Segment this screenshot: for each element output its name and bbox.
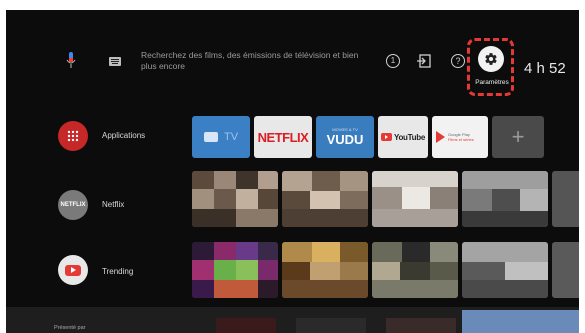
tv-icon xyxy=(203,132,218,142)
youtube-play-icon xyxy=(381,133,393,141)
search-prompt[interactable]: Recherchez des films, des émissions de t… xyxy=(141,50,371,72)
netflix-thumbnail-1[interactable] xyxy=(192,171,278,227)
trending-thumbnail-4[interactable] xyxy=(462,242,548,298)
row-label-trending: Trending xyxy=(102,267,134,276)
netflix-channel-icon[interactable]: NETFLIX xyxy=(58,190,88,220)
trending-thumbnail-3[interactable] xyxy=(372,242,458,298)
add-icon: + xyxy=(511,124,525,149)
trending-thumbnail-2[interactable] xyxy=(282,242,368,298)
sponsored-thumbnail-1[interactable] xyxy=(216,318,276,333)
settings-label: Paramètres xyxy=(475,79,509,86)
google-play-icon xyxy=(436,131,445,143)
apps-grid-icon[interactable] xyxy=(58,121,88,151)
app-tile-tv[interactable]: TV xyxy=(192,116,250,158)
sponsored-thumbnail-4[interactable] xyxy=(462,310,579,333)
help-icon[interactable]: ? xyxy=(451,54,465,68)
app-tile-netflix[interactable]: NETFLIX xyxy=(254,116,312,158)
app-tile-google-play-movies[interactable]: Google Play Films et séries xyxy=(432,116,488,158)
youtube-channel-icon[interactable] xyxy=(58,255,88,285)
app-tile-vudu[interactable]: MOVIES & TV VUDU xyxy=(316,116,374,158)
netflix-thumbnail-2[interactable] xyxy=(282,171,368,227)
netflix-icon-text: NETFLIX xyxy=(60,202,86,208)
clock: 4 h 52 xyxy=(524,60,566,77)
input-source-icon[interactable] xyxy=(416,54,432,73)
tv-home-screen: Recherchez des films, des émissions de t… xyxy=(6,10,579,333)
mic-icon[interactable] xyxy=(66,52,76,70)
row-label-netflix: Netflix xyxy=(102,200,125,209)
settings-button[interactable] xyxy=(478,46,504,72)
gear-icon xyxy=(485,53,497,65)
sponsored-label: Présenté par xyxy=(54,325,86,331)
row-label-applications: Applications xyxy=(102,131,146,140)
trending-thumbnail-1[interactable] xyxy=(192,242,278,298)
notification-count: 1 xyxy=(390,56,396,65)
netflix-thumbnail-4[interactable] xyxy=(462,171,548,227)
add-app-button[interactable]: + xyxy=(492,116,544,158)
trending-thumbnail-5[interactable] xyxy=(552,242,579,298)
netflix-thumbnail-3[interactable] xyxy=(372,171,458,227)
sponsored-thumbnail-3[interactable] xyxy=(386,318,456,333)
notification-icon[interactable]: 1 xyxy=(386,54,400,68)
play-icon xyxy=(70,267,76,273)
sponsored-thumbnail-2[interactable] xyxy=(296,318,366,333)
keyboard-icon[interactable] xyxy=(109,57,121,66)
app-tile-youtube[interactable]: YouTube xyxy=(378,116,428,158)
netflix-thumbnail-5[interactable] xyxy=(552,171,579,227)
